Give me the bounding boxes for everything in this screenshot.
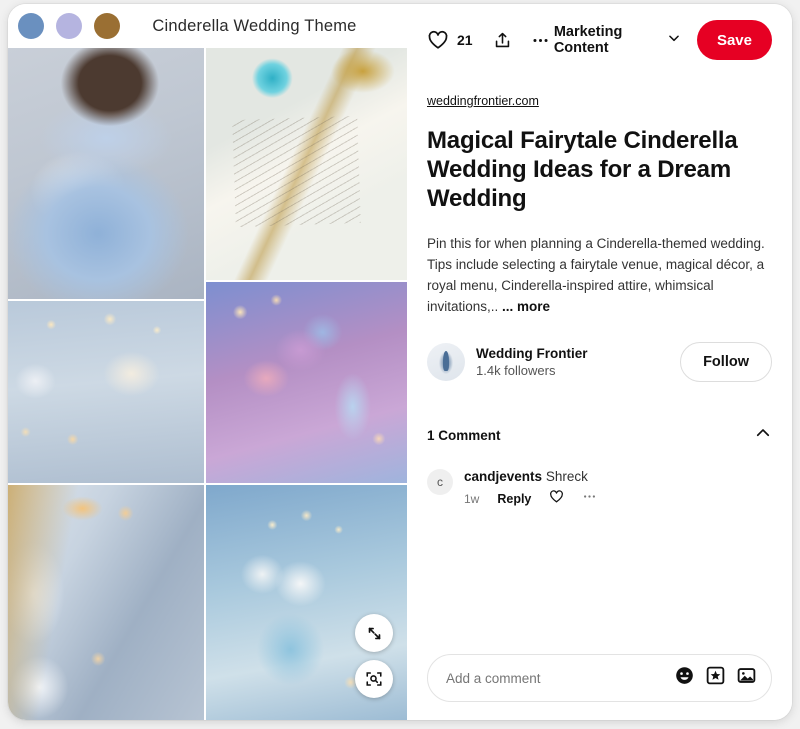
board-selector-label: Marketing Content — [553, 24, 623, 56]
avatar[interactable] — [427, 343, 465, 381]
profile-row: Wedding Frontier 1.4k followers Follow — [427, 342, 772, 382]
page-title: Magical Fairytale Cinderella Wedding Ide… — [427, 127, 738, 212]
like-count: 21 — [457, 32, 473, 48]
reception-table-image — [8, 301, 204, 483]
glass-slipper-photo[interactable] — [206, 282, 407, 483]
heart-icon[interactable] — [549, 489, 564, 509]
comment-composer — [427, 654, 772, 702]
board-theme-title: Cinderella Wedding Theme — [152, 16, 357, 35]
blue-ball-gown-photo[interactable] — [8, 48, 204, 299]
comment-body: candjevents Shreck 1w Reply — [464, 469, 597, 509]
sticker-icon[interactable] — [705, 665, 726, 691]
wedding-invitation-image — [206, 48, 407, 280]
image-icon[interactable] — [736, 665, 757, 691]
pin-description: Pin this for when planning a Cinderella-… — [427, 233, 772, 317]
profile-meta: Wedding Frontier 1.4k followers — [476, 346, 680, 378]
comments-count: 1 Comment — [427, 428, 501, 443]
more-link[interactable]: ... more — [502, 299, 550, 314]
reception-table-photo[interactable] — [8, 301, 204, 483]
comment-timestamp: 1w — [464, 492, 480, 506]
color-swatch-blue — [18, 13, 44, 39]
comment-meta: 1w Reply — [464, 489, 597, 509]
blue-ball-gown-image — [8, 48, 204, 299]
list-item: c candjevents Shreck 1w Reply — [427, 469, 772, 509]
comment-input[interactable] — [446, 670, 674, 686]
emoji-icon[interactable] — [674, 665, 695, 691]
color-swatches — [18, 13, 120, 39]
glass-slipper-image — [206, 282, 407, 483]
profile-followers: 1.4k followers — [476, 363, 556, 378]
comment-line: candjevents Shreck — [464, 469, 597, 484]
like-button[interactable]: 21 — [427, 29, 473, 51]
comments-header[interactable]: 1 Comment — [427, 424, 772, 447]
wedding-cake-image — [8, 485, 204, 720]
expand-arrows-icon[interactable] — [355, 614, 393, 652]
composer-icons — [674, 665, 757, 691]
action-bar: 21 Marketing Content Save — [427, 4, 772, 76]
visual-search-icon[interactable] — [355, 660, 393, 698]
comment-text: Shreck — [545, 469, 588, 484]
detail-panel: 21 Marketing Content Save weddingfrontie… — [407, 4, 792, 720]
comment-ellipsis-icon[interactable] — [582, 489, 597, 509]
chevron-up-icon[interactable] — [754, 424, 772, 447]
ellipsis-icon[interactable] — [526, 24, 554, 56]
wedding-cake-photo[interactable] — [8, 485, 204, 720]
share-icon[interactable] — [489, 24, 517, 56]
comment-username[interactable]: candjevents — [464, 469, 542, 484]
chevron-down-icon — [667, 31, 681, 49]
color-swatch-lavender — [56, 13, 82, 39]
gallery-panel: Cinderella Wedding Theme — [8, 4, 407, 720]
profile-name[interactable]: Wedding Frontier — [476, 346, 680, 361]
app-root: Cinderella Wedding Theme 21 Marketing Co… — [0, 0, 800, 729]
follow-button[interactable]: Follow — [680, 342, 772, 382]
board-theme-header: Cinderella Wedding Theme — [8, 4, 407, 48]
wedding-invitation-photo[interactable] — [206, 48, 407, 280]
pin-description-text: Pin this for when planning a Cinderella-… — [427, 236, 765, 314]
pin-detail-card: Cinderella Wedding Theme 21 Marketing Co… — [8, 4, 792, 720]
board-selector[interactable]: Marketing Content — [554, 24, 681, 56]
source-link[interactable]: weddingfrontier.com — [427, 94, 539, 108]
save-button[interactable]: Save — [696, 20, 772, 60]
image-grid — [8, 48, 407, 720]
color-swatch-bronze — [94, 13, 120, 39]
comment-reply-button[interactable]: Reply — [497, 492, 531, 506]
comment-avatar[interactable]: c — [427, 469, 453, 495]
